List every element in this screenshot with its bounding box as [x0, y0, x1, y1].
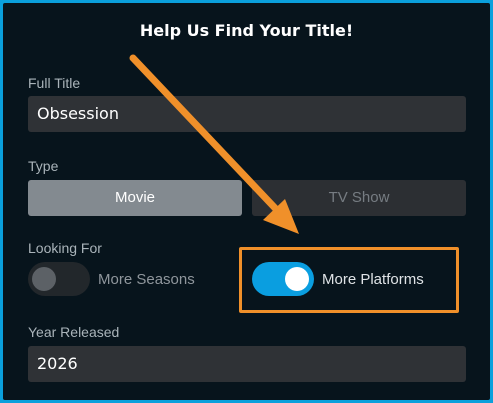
arrow-down-right-icon — [129, 54, 299, 234]
find-title-panel: Help Us Find Your Title! Full Title Obse… — [3, 3, 490, 400]
